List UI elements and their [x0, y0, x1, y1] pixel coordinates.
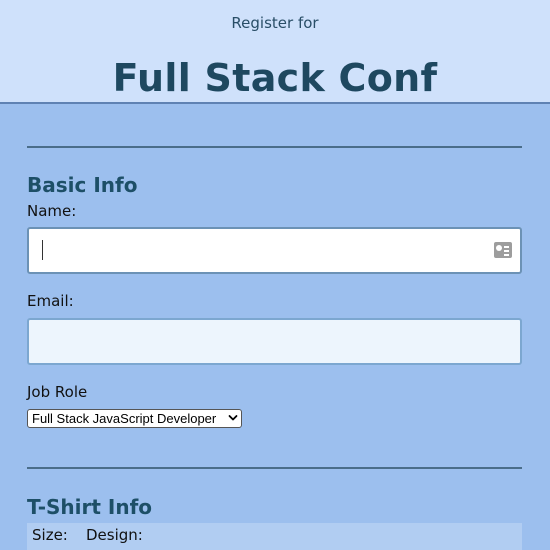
job-role-select[interactable]: Full Stack JavaScript Developer	[27, 409, 242, 428]
tshirt-info-divider	[27, 467, 522, 469]
registration-page: Register for Full Stack Conf Basic Info …	[0, 0, 550, 550]
tshirt-info-title: T-Shirt Info	[27, 494, 153, 519]
text-cursor	[42, 240, 43, 260]
chevron-down-icon	[228, 415, 238, 421]
job-role-selected-value: Full Stack JavaScript Developer	[32, 411, 217, 426]
page-header: Register for Full Stack Conf	[0, 0, 550, 104]
contact-card-icon[interactable]	[494, 242, 512, 258]
name-label: Name:	[27, 202, 77, 220]
design-label: Design:	[86, 526, 143, 544]
header-subtitle: Register for	[231, 14, 319, 32]
basic-info-title: Basic Info	[27, 172, 138, 197]
basic-info-divider	[27, 146, 522, 148]
job-role-label: Job Role	[27, 383, 88, 401]
email-field[interactable]	[27, 318, 522, 365]
name-field[interactable]	[27, 227, 522, 274]
email-label: Email:	[27, 292, 74, 310]
size-label: Size:	[32, 526, 68, 544]
page-title: Full Stack Conf	[112, 56, 438, 101]
